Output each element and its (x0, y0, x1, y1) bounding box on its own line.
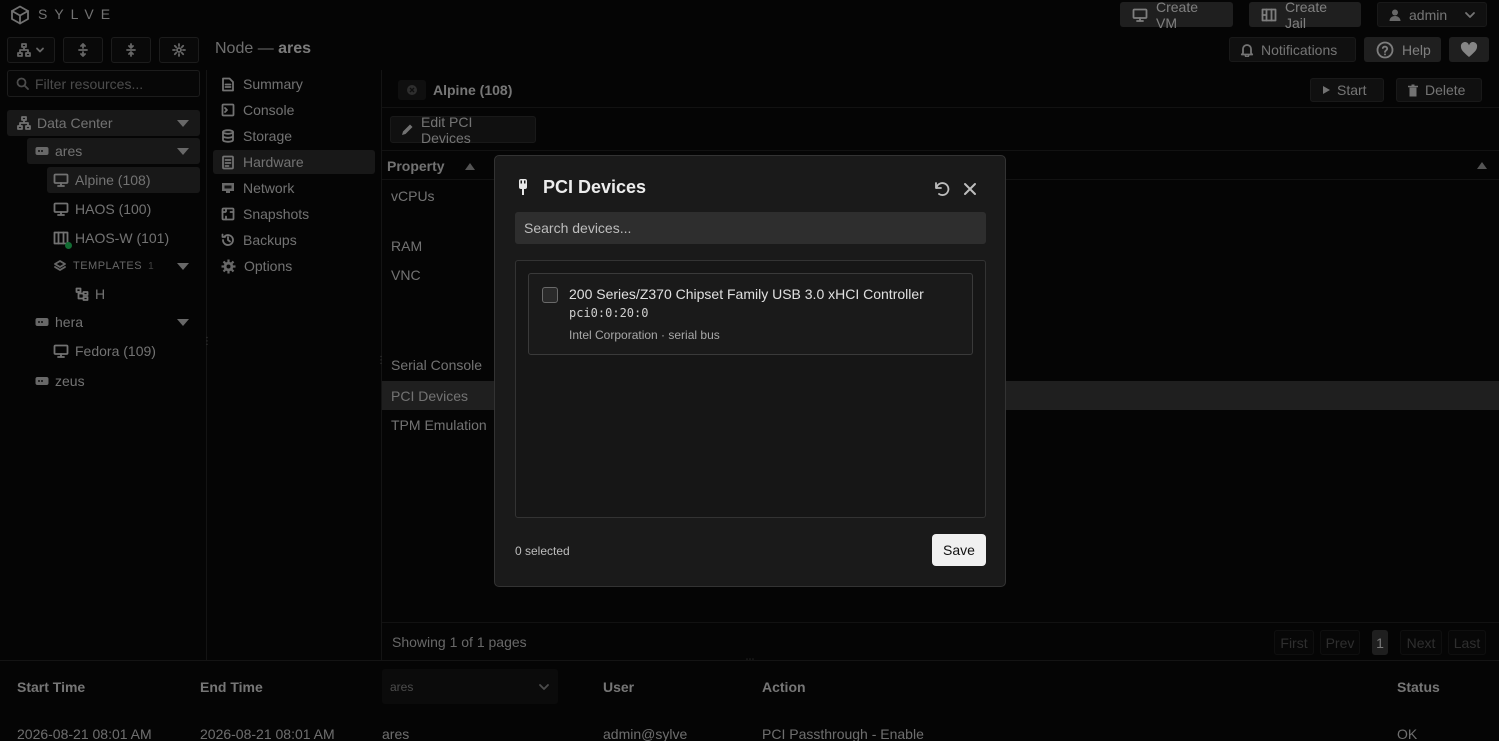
save-label: Save (943, 542, 975, 558)
device-address: pci0:0:20:0 (569, 306, 649, 320)
selected-count: 0 selected (515, 544, 570, 558)
pci-plug-icon (517, 178, 529, 196)
pci-devices-dialog: PCI Devices Search devices... 200 Series… (494, 155, 1006, 587)
save-button[interactable]: Save (932, 534, 986, 566)
device-item[interactable]: 200 Series/Z370 Chipset Family USB 3.0 x… (528, 273, 973, 355)
device-name: 200 Series/Z370 Chipset Family USB 3.0 x… (569, 286, 924, 302)
device-list: 200 Series/Z370 Chipset Family USB 3.0 x… (515, 260, 986, 518)
dialog-title: PCI Devices (543, 177, 647, 197)
device-search-input[interactable]: Search devices... (515, 212, 986, 244)
reset-undo-icon[interactable] (933, 180, 951, 198)
device-checkbox[interactable] (542, 287, 558, 303)
device-search-placeholder: Search devices... (524, 220, 632, 236)
device-vendor: Intel Corporation · serial bus (569, 328, 720, 342)
close-icon[interactable] (963, 182, 977, 196)
